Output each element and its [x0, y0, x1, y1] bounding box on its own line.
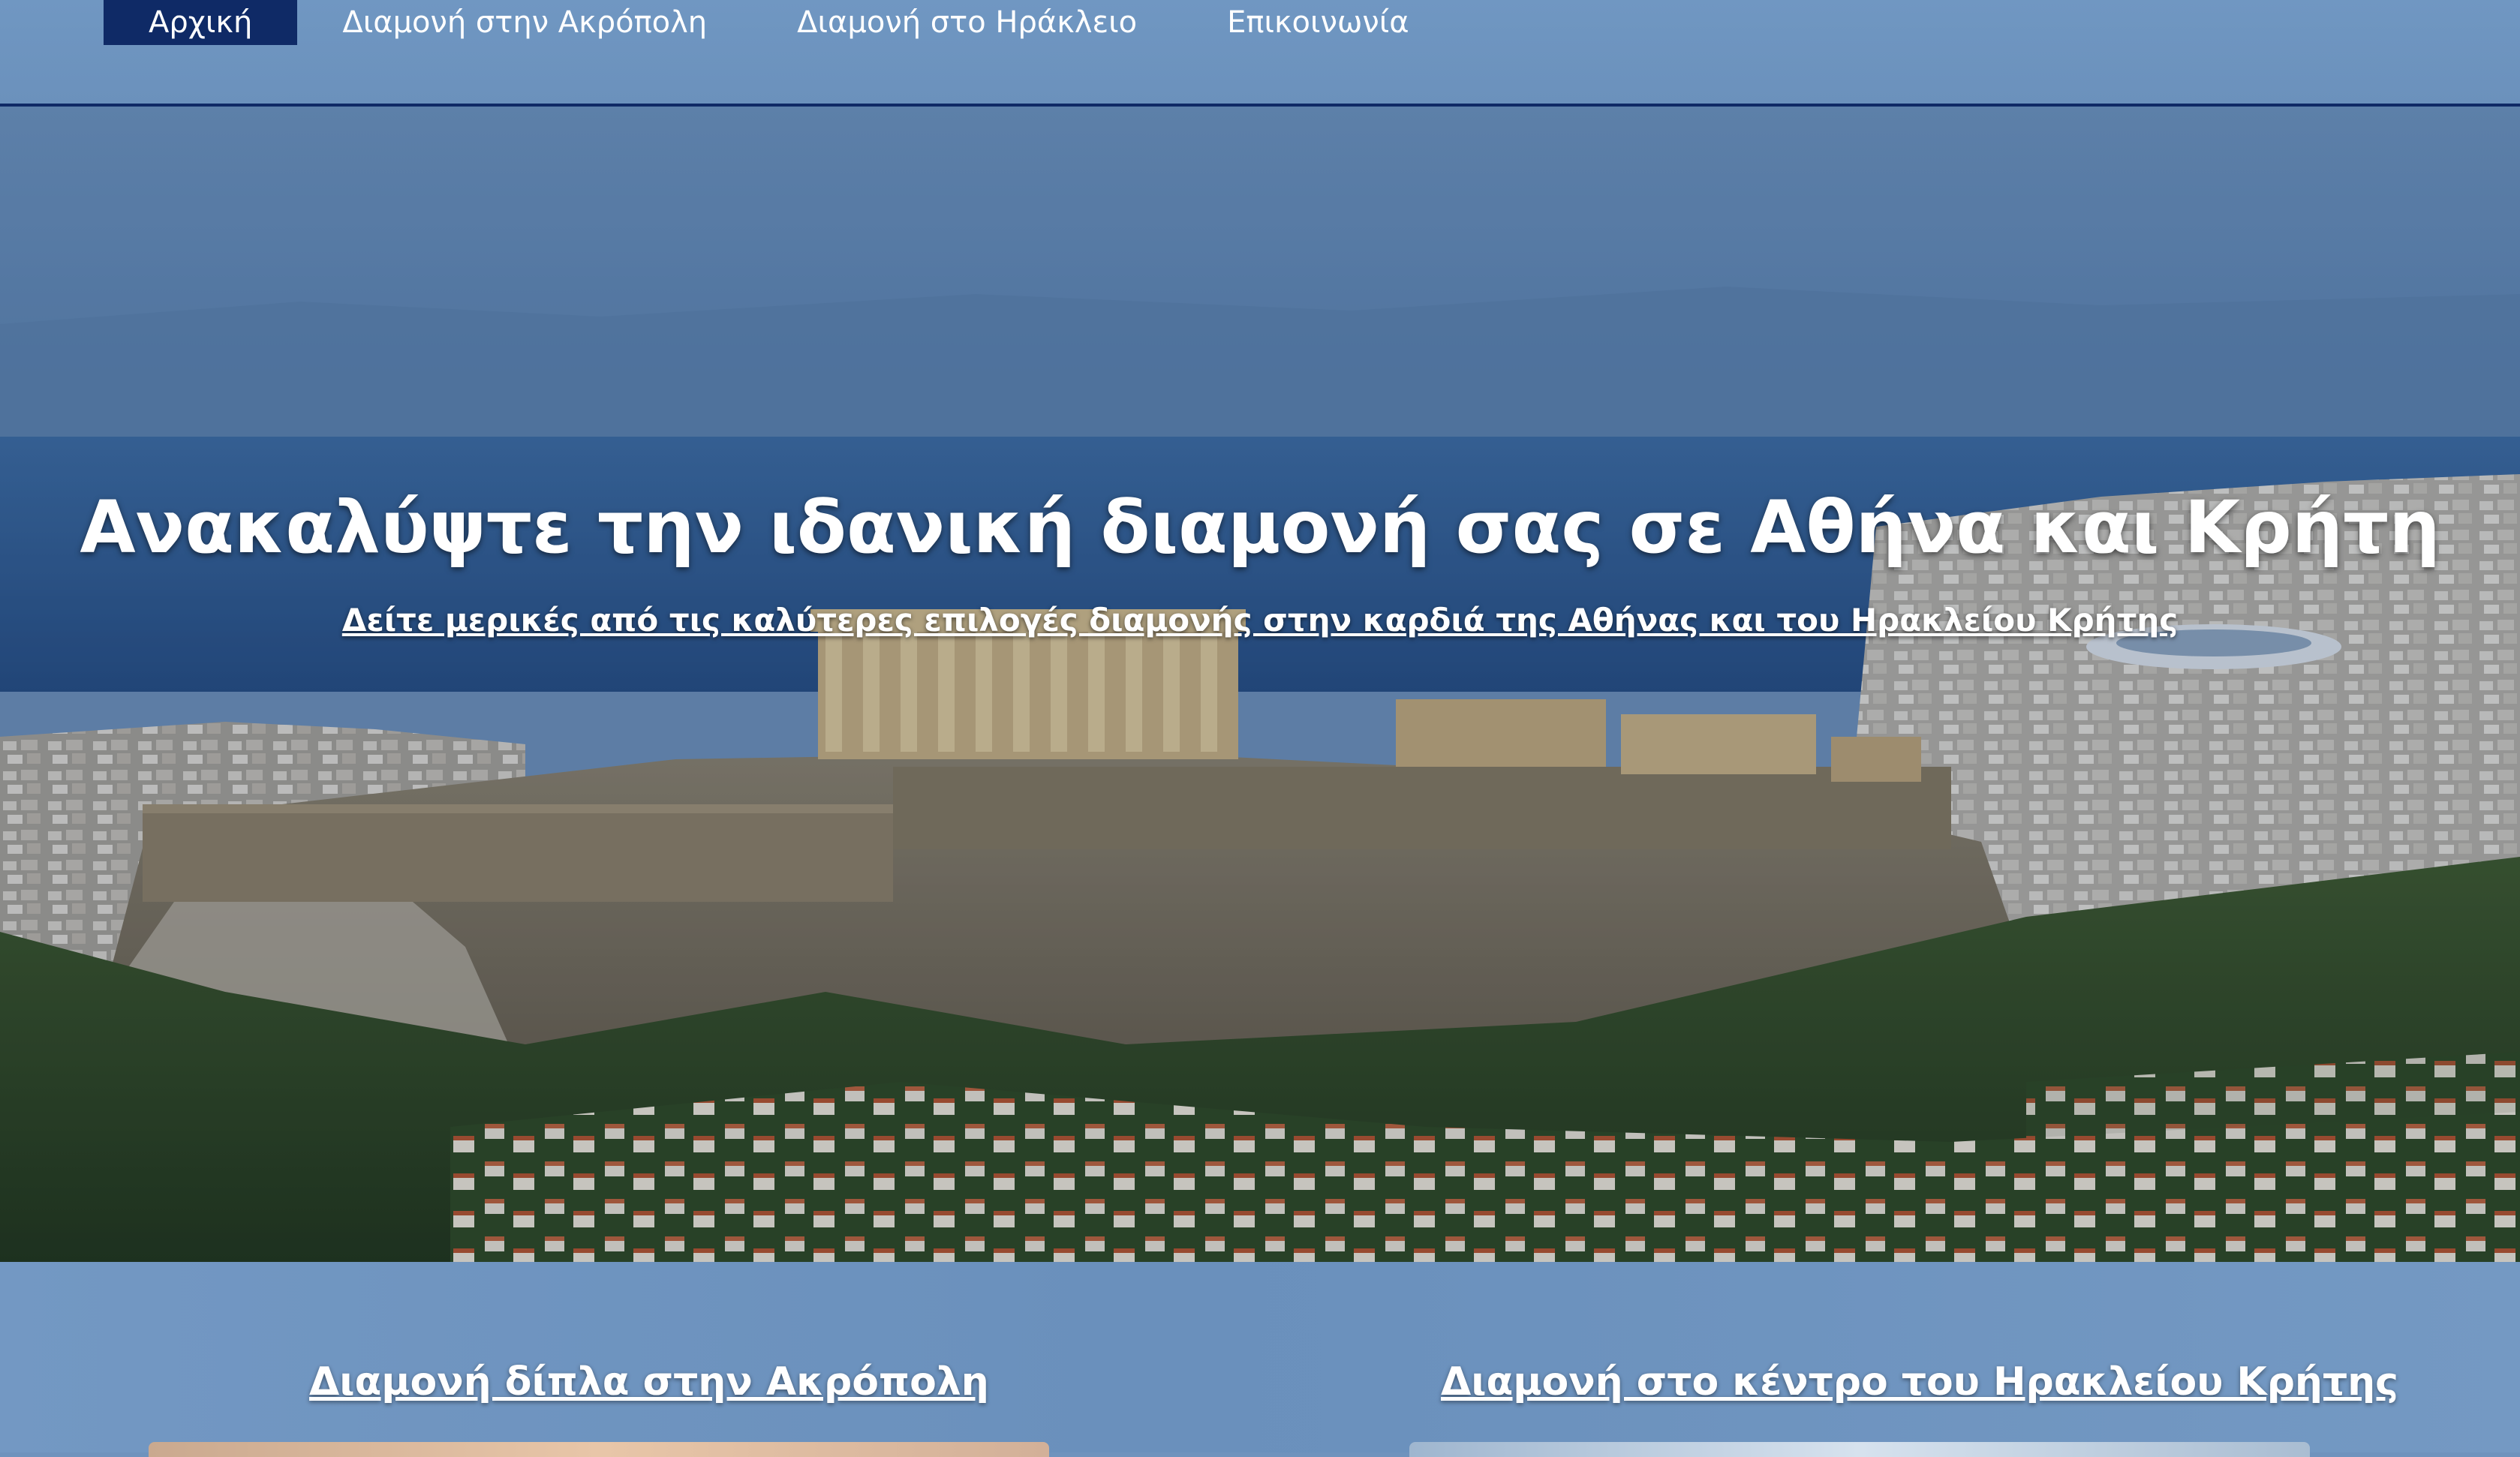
heraklion-stay-heading-link[interactable]: Διαμονή στο κέντρο του Ηρακλείου Κρήτης: [1441, 1359, 2398, 1404]
acropolis-stay-image[interactable]: [149, 1442, 1049, 1457]
acropolis-hero-image: [0, 107, 2520, 1262]
acropolis-stay-heading-link[interactable]: Διαμονή δίπλα στην Ακρόπολη: [309, 1359, 989, 1404]
stays-section: Διαμονή δίπλα στην Ακρόπολη Διαμονή στο …: [0, 1262, 2520, 1457]
hero-title: Ανακαλύψτε την ιδανική διαμονή σας σε Αθ…: [80, 485, 2440, 569]
nav-item-home[interactable]: Αρχική: [104, 0, 298, 45]
nav-item-contact[interactable]: Επικοινωνία: [1182, 0, 1454, 45]
hero-subtitle-link[interactable]: Δείτε μερικές από τις καλύτερες επιλογές…: [0, 602, 2520, 638]
nav-item-heraklion-stay[interactable]: Διαμονή στο Ηράκλειο: [752, 0, 1182, 45]
main-nav: Αρχική Διαμονή στην Ακρόπολη Διαμονή στο…: [104, 0, 1454, 45]
top-navigation-bar: Αρχική Διαμονή στην Ακρόπολη Διαμονή στο…: [0, 0, 2520, 107]
hero-banner: Ανακαλύψτε την ιδανική διαμονή σας σε Αθ…: [0, 107, 2520, 1262]
nav-item-acropolis-stay[interactable]: Διαμονή στην Ακρόπολη: [297, 0, 752, 45]
heraklion-stay-image[interactable]: [1409, 1442, 2310, 1457]
